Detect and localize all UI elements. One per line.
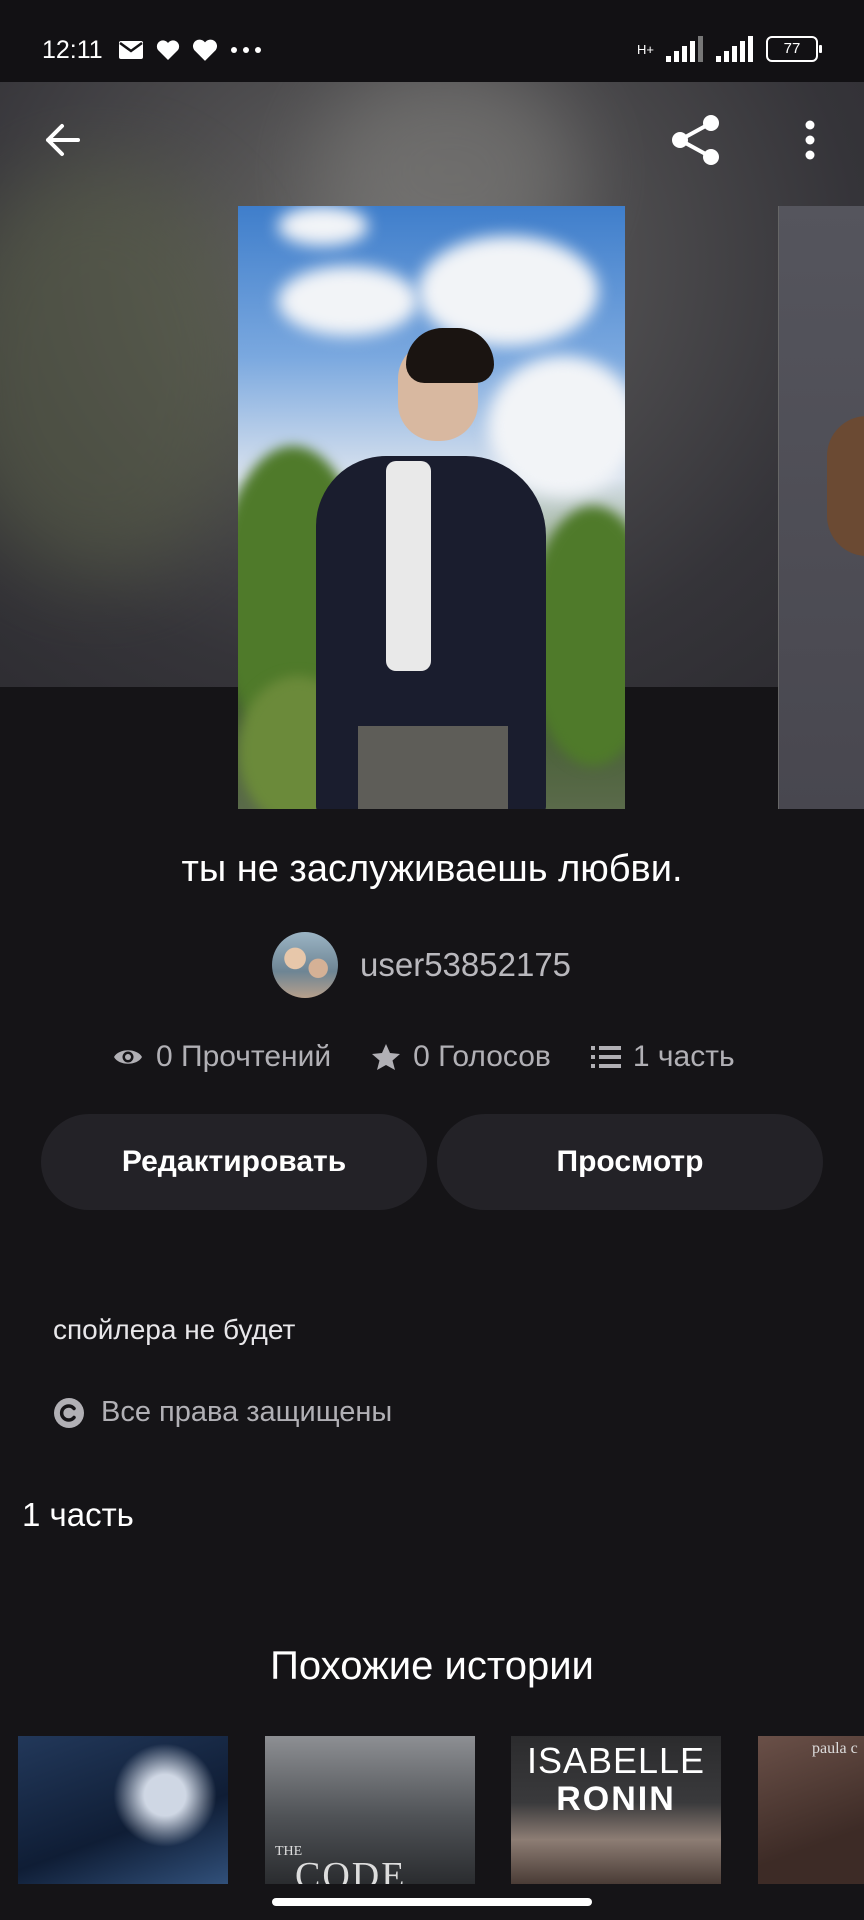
copyright-icon (54, 1397, 84, 1428)
parts-stat: 1 часть (590, 1040, 735, 1074)
mail-icon (119, 41, 143, 59)
story-stats: 0 Прочтений 0 Голосов 1 часть (112, 1040, 735, 1074)
signal-icon-2 (716, 36, 753, 62)
similar-stories-heading: Похожие истории (270, 1644, 594, 1688)
heart-icon (156, 40, 180, 60)
avatar (272, 932, 338, 998)
star-icon (372, 1044, 401, 1070)
cover-text-line2: RONIN (556, 1780, 676, 1818)
home-indicator[interactable] (272, 1898, 592, 1906)
network-type: H+ (637, 41, 654, 57)
more-horizontal-icon (231, 47, 261, 53)
parts-heading[interactable]: 1 часть (22, 1496, 134, 1534)
parts-count: 1 часть (632, 1040, 735, 1073)
copyright-notice: Все права защищены (53, 1396, 392, 1429)
next-book-cover[interactable] (778, 206, 864, 809)
similar-book-cover[interactable]: ISABELLE RONIN (511, 1736, 721, 1884)
share-icon (672, 115, 719, 165)
similar-book-cover[interactable]: paula c (758, 1736, 864, 1884)
reads-count: 0 Прочтений (156, 1040, 332, 1073)
cover-text-line1: ISABELLE (526, 1740, 706, 1781)
votes-stat: 0 Голосов (371, 1040, 551, 1074)
arrow-left-icon (46, 124, 80, 156)
view-button[interactable]: Просмотр (437, 1114, 823, 1210)
more-vertical-icon (805, 120, 815, 160)
status-bar: 12:11 H+ 77 (0, 0, 864, 82)
heart-outline-icon (192, 39, 218, 61)
similar-book-cover[interactable]: THE CODE (265, 1736, 475, 1884)
signal-icon (666, 36, 703, 62)
similar-book-cover[interactable] (18, 1736, 228, 1884)
status-notification-icons (118, 38, 262, 62)
reads-stat: 0 Прочтений (112, 1040, 331, 1074)
battery-icon: 77 (766, 36, 822, 62)
author-link[interactable]: user53852175 (272, 932, 571, 998)
hero-blur (0, 162, 260, 582)
copyright-text: Все права защищены (101, 1396, 393, 1428)
story-description: спойлера не будет (53, 1314, 296, 1345)
cover-text: paula c (812, 1740, 858, 1757)
status-system-icons: H+ 77 (637, 36, 822, 62)
more-options-button[interactable] (782, 112, 838, 168)
author-name: user53852175 (360, 946, 572, 983)
votes-count: 0 Голосов (413, 1040, 551, 1073)
eye-icon (114, 1050, 142, 1064)
cover-text: CODE (295, 1855, 407, 1884)
list-icon (590, 1046, 621, 1068)
edit-button[interactable]: Редактировать (41, 1114, 427, 1210)
status-time: 12:11 (42, 36, 103, 64)
book-cover[interactable] (238, 206, 625, 809)
story-title: ты не заслуживаешь любви. (181, 848, 683, 890)
back-button[interactable] (34, 112, 90, 168)
share-button[interactable] (668, 112, 724, 168)
